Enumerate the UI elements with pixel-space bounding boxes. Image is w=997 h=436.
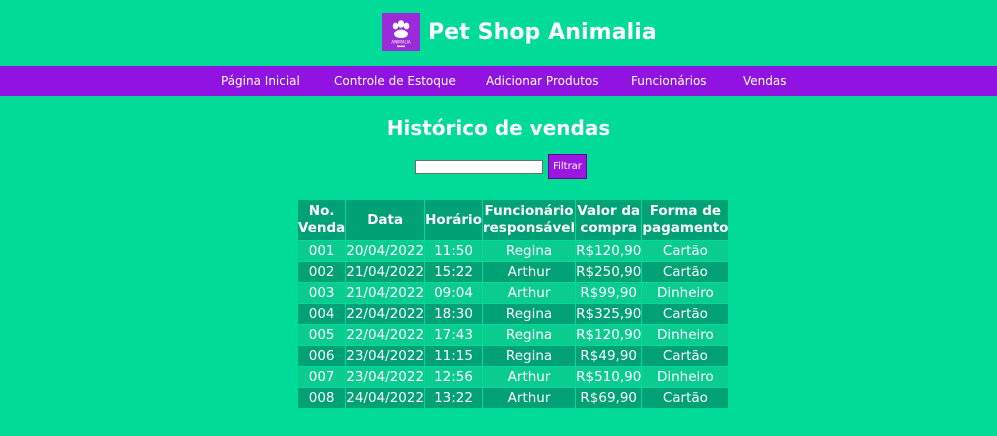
table-row: 006 23/04/2022 11:15 Regina R$49,90 Cart… [296, 345, 730, 367]
cell-date: 22/04/2022 [345, 303, 426, 325]
cell-sale-number: 005 [296, 324, 347, 346]
nav-item-sales[interactable]: Vendas [743, 66, 787, 96]
header-purchase-value: Valor da compra [575, 199, 643, 241]
brand[interactable]: ANIMALIA Pet Shop Animalia [382, 13, 657, 51]
cell-payment-method: Cartão [641, 261, 730, 283]
cell-payment-method: Cartão [641, 345, 730, 367]
filter-input[interactable] [415, 160, 543, 174]
nav-item-home[interactable]: Página Inicial [221, 66, 300, 96]
paw-logo-icon[interactable]: ANIMALIA [382, 13, 420, 51]
nav-item-add-products[interactable]: Adicionar Produtos [486, 66, 599, 96]
table-row: 002 21/04/2022 15:22 Arthur R$250,90 Car… [296, 261, 730, 283]
cell-sale-number: 001 [296, 240, 347, 262]
nav-item-stock-control[interactable]: Controle de Estoque [334, 66, 456, 96]
cell-time: 15:22 [424, 261, 483, 283]
table-row: 003 21/04/2022 09:04 Arthur R$99,90 Dinh… [296, 282, 730, 304]
cell-time: 09:04 [424, 282, 483, 304]
cell-purchase-value: R$69,90 [575, 387, 643, 409]
cell-time: 11:15 [424, 345, 483, 367]
cell-date: 22/04/2022 [345, 324, 426, 346]
sales-history-table: No. Venda Data Horário Funcionário respo… [296, 199, 730, 409]
cell-payment-method: Dinheiro [641, 366, 730, 388]
cell-purchase-value: R$325,90 [575, 303, 643, 325]
cell-sale-number: 004 [296, 303, 347, 325]
cell-payment-method: Cartão [641, 240, 730, 262]
cell-sale-number: 008 [296, 387, 347, 409]
cell-employee: Arthur [481, 366, 577, 388]
cell-employee: Regina [481, 303, 577, 325]
table-row: 007 23/04/2022 12:56 Arthur R$510,90 Din… [296, 366, 730, 388]
table-row: 008 24/04/2022 13:22 Arthur R$69,90 Cart… [296, 387, 730, 409]
cell-employee: Arthur [481, 261, 577, 283]
cell-time: 13:22 [424, 387, 483, 409]
cell-date: 21/04/2022 [345, 261, 426, 283]
header-sale-number: No. Venda [296, 199, 347, 241]
cell-sale-number: 003 [296, 282, 347, 304]
cell-date: 24/04/2022 [345, 387, 426, 409]
cell-employee: Regina [481, 324, 577, 346]
header-employee: Funcionário responsável [481, 199, 577, 241]
cell-time: 11:50 [424, 240, 483, 262]
logo-text: ANIMALIA [391, 40, 411, 45]
cell-sale-number: 002 [296, 261, 347, 283]
cell-time: 18:30 [424, 303, 483, 325]
table-row: 005 22/04/2022 17:43 Regina R$120,90 Din… [296, 324, 730, 346]
site-header: ANIMALIA Pet Shop Animalia [0, 0, 997, 66]
cell-payment-method: Dinheiro [641, 282, 730, 304]
cell-purchase-value: R$49,90 [575, 345, 643, 367]
cell-sale-number: 007 [296, 366, 347, 388]
table-header-row: No. Venda Data Horário Funcionário respo… [296, 199, 730, 241]
cell-employee: Arthur [481, 387, 577, 409]
header-time: Horário [424, 199, 483, 241]
page-title: Histórico de vendas [386, 116, 611, 140]
cell-payment-method: Cartão [641, 303, 730, 325]
cell-purchase-value: R$250,90 [575, 261, 643, 283]
cell-payment-method: Dinheiro [641, 324, 730, 346]
nav-item-employees[interactable]: Funcionários [631, 66, 707, 96]
cell-date: 23/04/2022 [345, 345, 426, 367]
cell-employee: Regina [481, 345, 577, 367]
filter-button[interactable]: Filtrar [548, 154, 587, 179]
cell-payment-method: Cartão [641, 387, 730, 409]
cell-time: 12:56 [424, 366, 483, 388]
cell-employee: Regina [481, 240, 577, 262]
cell-date: 20/04/2022 [345, 240, 426, 262]
cell-purchase-value: R$120,90 [575, 324, 643, 346]
table-row: 001 20/04/2022 11:50 Regina R$120,90 Car… [296, 240, 730, 262]
cell-purchase-value: R$120,90 [575, 240, 643, 262]
cell-date: 23/04/2022 [345, 366, 426, 388]
table-row: 004 22/04/2022 18:30 Regina R$325,90 Car… [296, 303, 730, 325]
cell-purchase-value: R$99,90 [575, 282, 643, 304]
cell-purchase-value: R$510,90 [575, 366, 643, 388]
header-date: Data [345, 199, 426, 241]
cell-date: 21/04/2022 [345, 282, 426, 304]
cell-sale-number: 006 [296, 345, 347, 367]
main-navbar: Página Inicial Controle de Estoque Adici… [0, 66, 997, 96]
cell-employee: Arthur [481, 282, 577, 304]
header-payment-method: Forma de pagamento [641, 199, 730, 241]
cell-time: 17:43 [424, 324, 483, 346]
site-title[interactable]: Pet Shop Animalia [428, 20, 657, 45]
